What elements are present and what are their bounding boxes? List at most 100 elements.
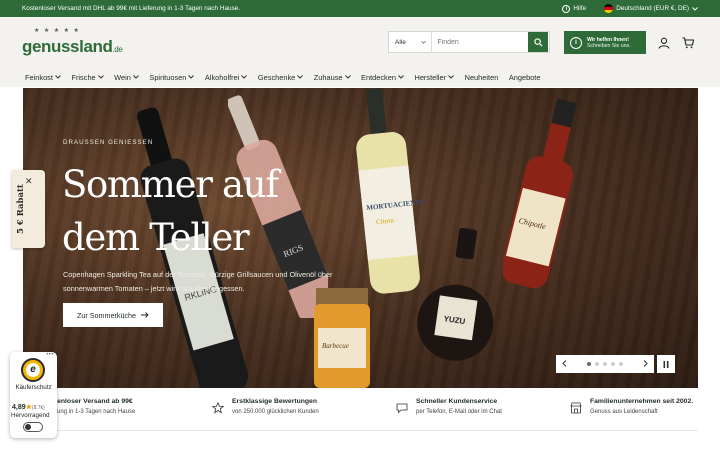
nav-item-label: Frische xyxy=(71,72,96,82)
usp-item: Familienunternehmen seit 2002. Genuss aus… xyxy=(570,398,693,415)
hero-kicker: DRAUSSEN GENIESSEN xyxy=(63,139,154,146)
chevron-down-icon xyxy=(55,75,61,79)
trusted-rating: 4,89★(8.7k) xyxy=(12,403,45,411)
badge-toggle[interactable] xyxy=(23,422,43,432)
more-icon[interactable]: ••• xyxy=(46,352,54,358)
top-bar: Kostenloser Versand mit DHL ab 99€ mit L… xyxy=(0,0,720,17)
pause-icon xyxy=(663,360,669,368)
barbecue-aioli-jar-image: Barbecue xyxy=(314,288,370,388)
help-label: Hilfe xyxy=(573,5,587,12)
nav-item-frische[interactable]: Frische xyxy=(71,72,104,82)
nav-item-entdecken[interactable]: Entdecken xyxy=(361,73,404,82)
main-navigation: Feinkost Frische Wein Spirituosen Alkoholfre… xyxy=(0,67,720,87)
search-icon xyxy=(534,37,543,47)
arrow-right-icon xyxy=(141,312,149,318)
hero-cta-button[interactable]: Zur Sommerküche xyxy=(63,303,163,327)
usp-subtitle: Genuss aus Leidenschaft xyxy=(590,409,658,415)
rating-count: (8.7k) xyxy=(31,405,45,411)
chevron-down-icon xyxy=(188,75,195,79)
search-bar: Alle xyxy=(388,31,550,53)
star-icon xyxy=(212,402,224,414)
chevron-down-icon xyxy=(448,75,454,79)
nav-item-neuheiten[interactable]: Neuheiten xyxy=(465,73,499,82)
chevron-down-icon xyxy=(97,75,104,79)
nav-item-label: Entdecken xyxy=(361,72,396,82)
nav-item-label: Wein xyxy=(114,72,131,82)
country-label: Deutschland (EUR €, DE) xyxy=(616,5,689,12)
nav-item-wein[interactable]: Wein xyxy=(114,73,139,82)
barbecue-sauce-bottle-image: Chipotle xyxy=(503,98,577,289)
info-icon: i xyxy=(562,4,571,13)
discount-tab[interactable]: ✕ 5 € Rabatt xyxy=(12,170,45,248)
germany-flag-icon xyxy=(604,4,614,13)
nav-item-zuhause[interactable]: Zuhause xyxy=(314,73,351,82)
usp-bar: Kostenloser Versand ab 99€ Lieferung in 1… xyxy=(0,388,720,430)
nav-item-label: Neuheiten xyxy=(464,72,499,82)
slider-dot[interactable] xyxy=(603,362,607,366)
country-selector[interactable]: Deutschland (EUR €, DE) xyxy=(604,4,698,13)
rating-verdict: Hervorragend xyxy=(11,412,50,419)
help-contact-button[interactable]: i Wir helfen Ihnen! Schreiben Sie uns. xyxy=(564,31,646,54)
nav-item-feinkost[interactable]: Feinkost xyxy=(25,73,61,82)
close-icon[interactable]: ✕ xyxy=(25,176,33,187)
usp-subtitle: per Telefon, E-Mail oder im Chat xyxy=(416,409,502,415)
usp-title: Erstklassige Bewertungen xyxy=(232,398,317,405)
slider-prev-button[interactable] xyxy=(562,359,567,369)
logo-wordmark: genussland.de xyxy=(22,37,123,56)
store-icon xyxy=(570,402,582,414)
slider-dot[interactable] xyxy=(619,362,623,366)
chevron-left-icon xyxy=(562,359,567,367)
search-input[interactable] xyxy=(432,32,529,52)
usp-title: Schneller Kundenservice xyxy=(416,398,498,405)
help-subtitle: Schreiben Sie uns. xyxy=(587,42,631,49)
nav-item-label: Hersteller xyxy=(414,72,447,82)
discount-label: 5 € Rabatt xyxy=(16,184,26,234)
nav-item-label: Spirituosen xyxy=(149,72,187,82)
buyer-protection-label: Käuferschutz xyxy=(15,384,52,391)
chevron-down-icon xyxy=(421,40,427,44)
usp-item: Erstklassige Bewertungen von 250.000 glüc… xyxy=(212,398,319,415)
slider-pagination xyxy=(556,355,654,373)
search-button[interactable] xyxy=(528,32,548,52)
search-category-select[interactable]: Alle xyxy=(389,32,433,52)
chat-icon xyxy=(396,403,408,414)
chevron-down-icon xyxy=(297,75,304,79)
nav-item-label: Alkoholfrei xyxy=(204,72,240,82)
usp-item: Schneller Kundenservice per Telefon, E-Ma… xyxy=(396,398,502,415)
nav-item-label: Geschenke xyxy=(257,72,296,82)
account-icon[interactable] xyxy=(658,37,670,49)
nav-item-label: Zuhause xyxy=(313,72,343,82)
divider xyxy=(22,430,698,431)
slider-dots xyxy=(587,362,623,366)
trusted-shops-badge[interactable]: ••• e Käuferschutz 4,89★(8.7k) Hervorrag… xyxy=(10,352,57,438)
slider-dot[interactable] xyxy=(587,362,591,366)
slider-pause-button[interactable] xyxy=(657,355,675,373)
slider-next-button[interactable] xyxy=(643,359,648,369)
nav-item-geschenke[interactable]: Geschenke xyxy=(257,72,304,82)
hero-title: Sommer auf dem Teller xyxy=(62,163,279,259)
yuzu-bottle-image: YUZU xyxy=(417,228,494,361)
slider-dot[interactable] xyxy=(611,362,615,366)
svg-text:Barbecue: Barbecue xyxy=(322,342,349,350)
hero-description: Copenhagen Sparkling Tea auf der Terrass… xyxy=(63,270,333,293)
chevron-right-icon xyxy=(643,359,648,367)
nav-item-angebote[interactable]: Angebote xyxy=(509,73,541,82)
header: ★★★★★ genussland.de Alle i Wir helfen Ih… xyxy=(0,17,720,67)
shipping-promo: Kostenloser Versand mit DHL ab 99€ mit L… xyxy=(22,5,241,12)
usp-title: Familienunternehmen seit 2002. xyxy=(590,398,694,405)
nav-item-spirituosen[interactable]: Spirituosen xyxy=(149,72,195,82)
cart-icon[interactable] xyxy=(682,37,694,49)
search-category-label: Alle xyxy=(395,38,406,46)
hero-banner[interactable]: RKLING RIGS MORTUACIENNE Citron Chipotle xyxy=(23,88,698,388)
chevron-down-icon xyxy=(344,75,351,79)
usp-subtitle: von 250.000 glücklichen Kunden xyxy=(232,409,319,415)
slider-dot[interactable] xyxy=(595,362,599,366)
chevron-down-icon xyxy=(692,6,698,11)
help-link[interactable]: i Hilfe xyxy=(562,4,587,13)
chevron-down-icon xyxy=(398,75,404,79)
info-icon: i xyxy=(570,36,582,49)
nav-item-label: Angebote xyxy=(508,72,541,82)
nav-item-alkoholfrei[interactable]: Alkoholfrei xyxy=(205,73,248,82)
nav-item-hersteller[interactable]: Hersteller xyxy=(414,73,454,82)
chevron-down-icon xyxy=(133,75,139,79)
